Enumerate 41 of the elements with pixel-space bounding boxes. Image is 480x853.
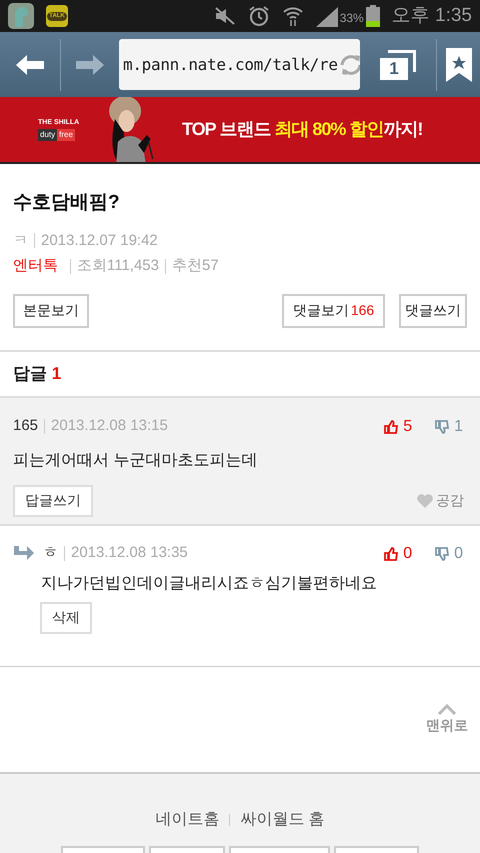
forward-icon[interactable] (76, 54, 104, 76)
ad-headline: TOP 브랜드 최대 80% 할인까지! (182, 118, 422, 141)
post-date: 2013.12.07 19:42 (41, 230, 158, 250)
comment-text: 피는게어때서 누군대마초도피는데 (13, 450, 258, 470)
url-field[interactable]: m.pann.nate.com/talk/re (119, 39, 360, 90)
recommend-count: 추천57 (172, 256, 219, 276)
up-chevron-icon (437, 702, 457, 714)
thumbs-up-icon (383, 418, 400, 434)
post-title: 수호담배핌? (13, 191, 121, 215)
back-icon[interactable] (16, 54, 44, 76)
mute-icon (214, 7, 236, 25)
comment-date: 2013.12.08 13:35 (71, 543, 188, 564)
clock: 오후 1:35 (392, 4, 472, 28)
comment-author: ㅎ (43, 543, 58, 564)
view-comments-button[interactable]: 댓글보기 166 (282, 294, 385, 328)
post-author: ㅋ (13, 230, 28, 250)
category-link[interactable]: 엔터톡 (13, 255, 58, 278)
replies-heading: 답글 1 (13, 362, 62, 385)
footer-link[interactable]: 싸이월드 홈 (240, 808, 325, 832)
view-post-button[interactable]: 본문보기 (13, 294, 89, 328)
thumbs-down-icon (434, 418, 450, 434)
heart-icon (416, 492, 434, 508)
thumbs-down-icon (434, 546, 450, 562)
comment-author: 165 (13, 416, 38, 436)
delete-button[interactable]: 삭제 (40, 602, 92, 634)
battery-percent: 33% (340, 10, 364, 27)
battery-icon (366, 5, 380, 27)
wifi-icon (282, 5, 304, 27)
comment-date: 2013.12.08 13:15 (51, 416, 168, 436)
like-button[interactable]: 0 (383, 542, 412, 566)
reply-arrow-icon (13, 544, 35, 562)
comment-text: 지나가던빕인데이글내리시죠ㅎ심기불편하네요 (41, 574, 378, 594)
signal-icon (316, 7, 338, 27)
reply-button[interactable]: 답글쓰기 (13, 484, 93, 516)
view-count: 조회111,453 (77, 256, 159, 276)
like-button[interactable]: 5 (383, 414, 412, 438)
footer-link[interactable]: 네이트홈 (155, 808, 220, 832)
thumbs-up-icon (383, 546, 400, 562)
bookmark-icon[interactable] (446, 48, 472, 82)
write-comment-button[interactable]: 댓글쓰기 (399, 294, 467, 328)
alarm-icon (248, 5, 270, 27)
